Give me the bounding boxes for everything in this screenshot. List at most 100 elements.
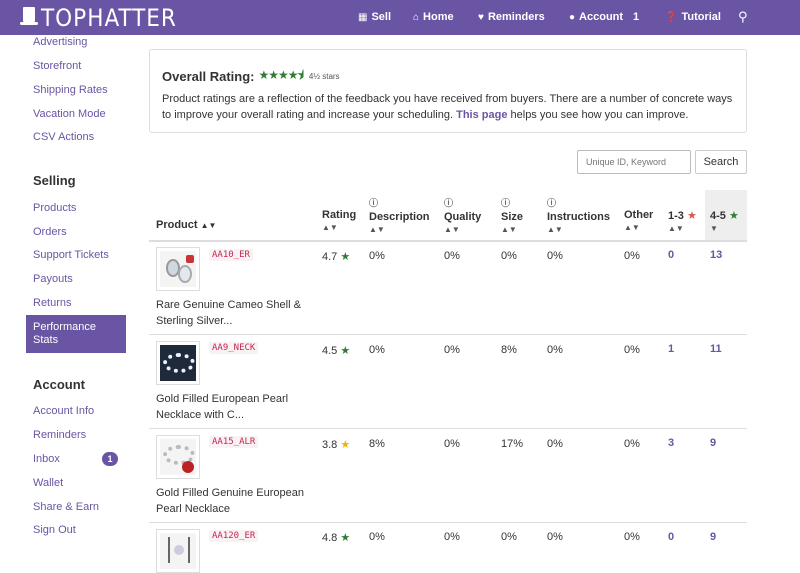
sort-icon: ▲▼ (501, 225, 517, 234)
cell-size: 8% (501, 344, 517, 356)
sidebar-item-support-tickets[interactable]: Support Tickets (33, 249, 109, 261)
star-icon: ★ (686, 210, 697, 222)
product-name[interactable]: Rare Genuine Cameo Shell & Sterling Silv… (156, 297, 306, 329)
sidebar-item-performance-stats[interactable]: Performance Stats (26, 315, 126, 353)
search-icon[interactable]: ⚲ (738, 9, 748, 25)
cell-description: 0% (369, 531, 385, 543)
th-instructions[interactable]: ⓘ Instructions ▲▼ (547, 196, 610, 234)
product-name[interactable]: Gold Filled European Pearl Necklace with… (156, 391, 306, 423)
product-sku: AA9_NECK (209, 342, 259, 354)
cell-rating: 4.8 ★ (322, 532, 351, 544)
nav-home[interactable]: ⌂ Home (413, 11, 454, 23)
cell-count-4-5[interactable]: 13 (710, 249, 722, 261)
cell-count-1-3[interactable]: 0 (668, 531, 674, 543)
star-icon: ★ (728, 210, 739, 222)
sidebar-item-advertising[interactable]: Advertising (33, 36, 87, 48)
info-icon: ⓘ (547, 198, 557, 208)
product-thumbnail[interactable] (156, 435, 200, 479)
product-thumbnail[interactable] (156, 529, 200, 573)
sidebar-item-returns[interactable]: Returns (33, 297, 72, 309)
th-product[interactable]: Product ▲▼ (156, 219, 216, 231)
cell-count-4-5[interactable]: 9 (710, 437, 716, 449)
cell-rating: 4.5 ★ (322, 345, 351, 357)
rating-stars-icon: ★★★★⯨ (258, 68, 303, 82)
cell-quality: 0% (444, 438, 460, 450)
th-quality[interactable]: ⓘ Quality ▲▼ (444, 196, 481, 234)
row-divider (149, 522, 747, 523)
cell-size: 0% (501, 250, 517, 262)
sort-icon: ▲▼ (322, 223, 338, 232)
info-icon: ⓘ (501, 198, 511, 208)
product-name[interactable]: Gold Filled Genuine European Pearl Neckl… (156, 485, 306, 517)
inbox-count-badge: 1 (102, 452, 118, 466)
star-icon: ★ (340, 251, 351, 263)
info-icon: ⓘ (369, 198, 379, 208)
top-hat-icon (20, 7, 38, 29)
rating-description: Product ratings are a reflection of the … (162, 93, 733, 121)
nav-sell[interactable]: ▦ Sell (358, 11, 391, 23)
sidebar-item-payouts[interactable]: Payouts (33, 273, 73, 285)
product-sku: AA15_ALR (209, 436, 259, 448)
th-rating-4-5[interactable]: 4-5 ★ ▼ (710, 209, 739, 233)
cell-rating: 4.7 ★ (322, 251, 351, 263)
search-button[interactable]: Search (695, 150, 747, 174)
cell-size: 0% (501, 531, 517, 543)
th-other[interactable]: Other ▲▼ (624, 209, 653, 232)
tophatter-logo[interactable]: TOPHATTER (20, 4, 177, 32)
product-image (160, 533, 196, 569)
cell-quality: 0% (444, 250, 460, 262)
cell-count-4-5[interactable]: 9 (710, 531, 716, 543)
cell-description: 0% (369, 344, 385, 356)
th-description[interactable]: ⓘ Description ▲▼ (369, 196, 430, 234)
sidebar-item-products[interactable]: Products (33, 202, 76, 214)
cell-quality: 0% (444, 344, 460, 356)
sidebar-item-storefront[interactable]: Storefront (33, 60, 81, 72)
sidebar-item-wallet[interactable]: Wallet (33, 477, 63, 489)
cell-other: 0% (624, 344, 640, 356)
th-size[interactable]: ⓘ Size ▲▼ (501, 196, 523, 234)
product-thumbnail[interactable] (156, 341, 200, 385)
shop-icon: ▦ (358, 11, 368, 23)
sidebar-heading-selling: Selling (33, 173, 76, 188)
this-page-link[interactable]: This page (456, 109, 507, 121)
question-icon: ❓ (665, 11, 678, 23)
cell-count-4-5[interactable]: 11 (710, 343, 722, 355)
rating-stars-label: 4½ stars (308, 72, 340, 81)
th-rating[interactable]: Rating ▲▼ (322, 209, 356, 232)
nav-account[interactable]: ● Account 1 (569, 11, 639, 23)
cell-other: 0% (624, 438, 640, 450)
brand-name: TOPHATTER (41, 4, 177, 32)
product-sku: AA10_ER (209, 249, 253, 261)
row-divider (149, 428, 747, 429)
cell-size: 17% (501, 438, 524, 450)
nav-reminders[interactable]: ♥ Reminders (478, 11, 545, 23)
cell-count-1-3[interactable]: 1 (668, 343, 674, 355)
star-icon: ★ (340, 439, 351, 451)
sidebar-item-vacation-mode[interactable]: Vacation Mode (33, 108, 106, 120)
cell-instructions: 0% (547, 250, 563, 262)
cell-count-1-3[interactable]: 0 (668, 249, 674, 261)
sidebar-heading-account: Account (33, 377, 85, 392)
sidebar-item-orders[interactable]: Orders (33, 226, 67, 238)
sidebar-item-account-info[interactable]: Account Info (33, 405, 94, 417)
product-thumbnail[interactable] (156, 247, 200, 291)
product-image (160, 345, 196, 381)
search-input[interactable] (577, 150, 691, 174)
cell-count-1-3[interactable]: 3 (668, 437, 674, 449)
sidebar-item-share-earn[interactable]: Share & Earn (33, 501, 99, 513)
sidebar: Advertising Storefront Shipping Rates Va… (0, 35, 135, 563)
cell-other: 0% (624, 250, 640, 262)
nav-tutorial[interactable]: ❓ Tutorial (665, 11, 721, 23)
sidebar-item-shipping-rates[interactable]: Shipping Rates (33, 84, 108, 96)
sort-icon: ▲▼ (200, 221, 217, 230)
cell-description: 8% (369, 438, 385, 450)
sidebar-item-reminders[interactable]: Reminders (33, 429, 86, 441)
user-icon: ● (569, 11, 576, 23)
sidebar-item-csv-actions[interactable]: CSV Actions (33, 131, 94, 143)
sort-icon: ▲▼ (547, 225, 563, 234)
sidebar-item-inbox[interactable]: Inbox (33, 453, 60, 465)
sort-icon: ▲▼ (668, 224, 684, 233)
th-rating-1-3[interactable]: 1-3 ★ ▲▼ (668, 209, 697, 233)
sidebar-item-sign-out[interactable]: Sign Out (33, 524, 76, 536)
star-icon: ★ (340, 532, 351, 544)
